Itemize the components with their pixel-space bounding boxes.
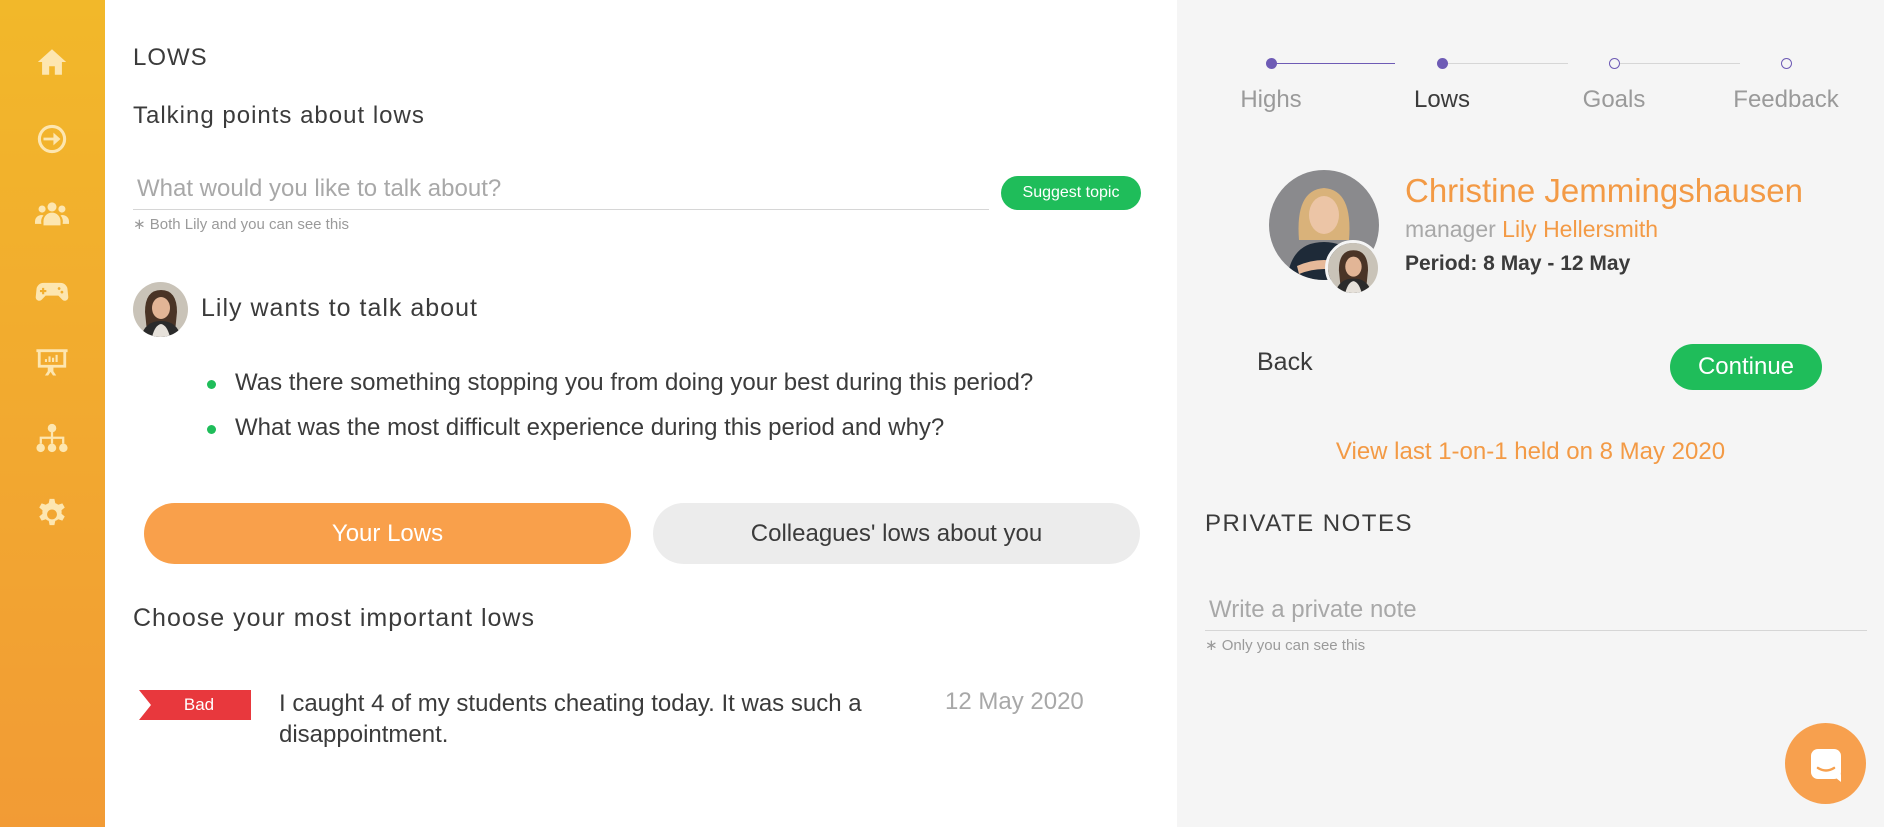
step-feedback[interactable]: Feedback [1733,86,1838,114]
step-highs[interactable]: Highs [1240,86,1301,114]
employee-name: Christine Jemmingshausen [1405,172,1804,209]
gamepad-icon[interactable] [32,270,72,310]
home-icon[interactable] [32,42,72,82]
period-label: Period: 8 May - 12 May [1405,252,1631,275]
section-title: LOWS [133,44,208,71]
question-text: What was the most difficult experience d… [235,414,945,441]
step-lows[interactable]: Lows [1414,86,1470,114]
manager-avatar [1325,240,1381,296]
question-list: Was there something stopping you from do… [205,370,1033,460]
step-dot-feedback [1781,58,1792,69]
list-item: What was the most difficult experience d… [205,415,1033,441]
wants-to-talk-title: Lily wants to talk about [201,294,478,322]
right-panel: Highs Lows Goals Feedback Christine Jemm… [1177,0,1884,827]
manager-label: manager [1405,216,1496,242]
bullet-icon [207,380,216,389]
chat-icon [1810,748,1841,782]
bad-tag: Bad [139,690,251,720]
topic-hint: ∗ Both Lily and you can see this [133,216,350,233]
list-item: Was there something stopping you from do… [205,370,1033,396]
chat-widget-button[interactable] [1785,723,1866,804]
low-entry-date: 12 May 2020 [945,688,1084,715]
tab-your-lows[interactable]: Your Lows [144,503,631,564]
presentation-icon[interactable] [32,342,72,382]
sidebar [0,0,105,827]
org-chart-icon[interactable] [32,418,72,458]
gear-icon[interactable] [32,493,72,533]
stepper-line [1618,63,1740,64]
continue-button[interactable]: Continue [1670,344,1822,390]
step-goals[interactable]: Goals [1583,86,1646,114]
step-dot-lows [1437,58,1448,69]
suggest-topic-button[interactable]: Suggest topic [1001,176,1141,210]
main-panel: LOWS Talking points about lows ∗ Both Li… [105,0,1177,827]
arrow-circle-icon[interactable] [32,119,72,159]
step-dot-highs [1266,58,1277,69]
low-entry-text[interactable]: I caught 4 of my students cheating today… [279,688,919,750]
avatar [133,282,188,337]
view-last-one-on-one-link[interactable]: View last 1-on-1 held on 8 May 2020 [1177,438,1884,466]
manager-line: manager Lily Hellersmith [1405,216,1658,243]
stepper-line [1446,63,1568,64]
note-hint: ∗ Only you can see this [1205,637,1366,654]
private-notes-title: PRIVATE NOTES [1205,510,1413,537]
question-text: Was there something stopping you from do… [235,369,1034,396]
talking-points-title: Talking points about lows [133,102,425,129]
tab-colleagues-lows[interactable]: Colleagues' lows about you [653,503,1140,564]
manager-name[interactable]: Lily Hellersmith [1502,216,1658,242]
bullet-icon [207,425,216,434]
choose-lows-title: Choose your most important lows [133,604,535,632]
private-note-input[interactable] [1205,589,1867,631]
step-dot-goals [1609,58,1620,69]
back-button[interactable]: Back [1257,348,1313,377]
stepper-line-done [1271,63,1395,64]
topic-input[interactable] [133,168,989,210]
team-icon[interactable] [32,194,72,234]
